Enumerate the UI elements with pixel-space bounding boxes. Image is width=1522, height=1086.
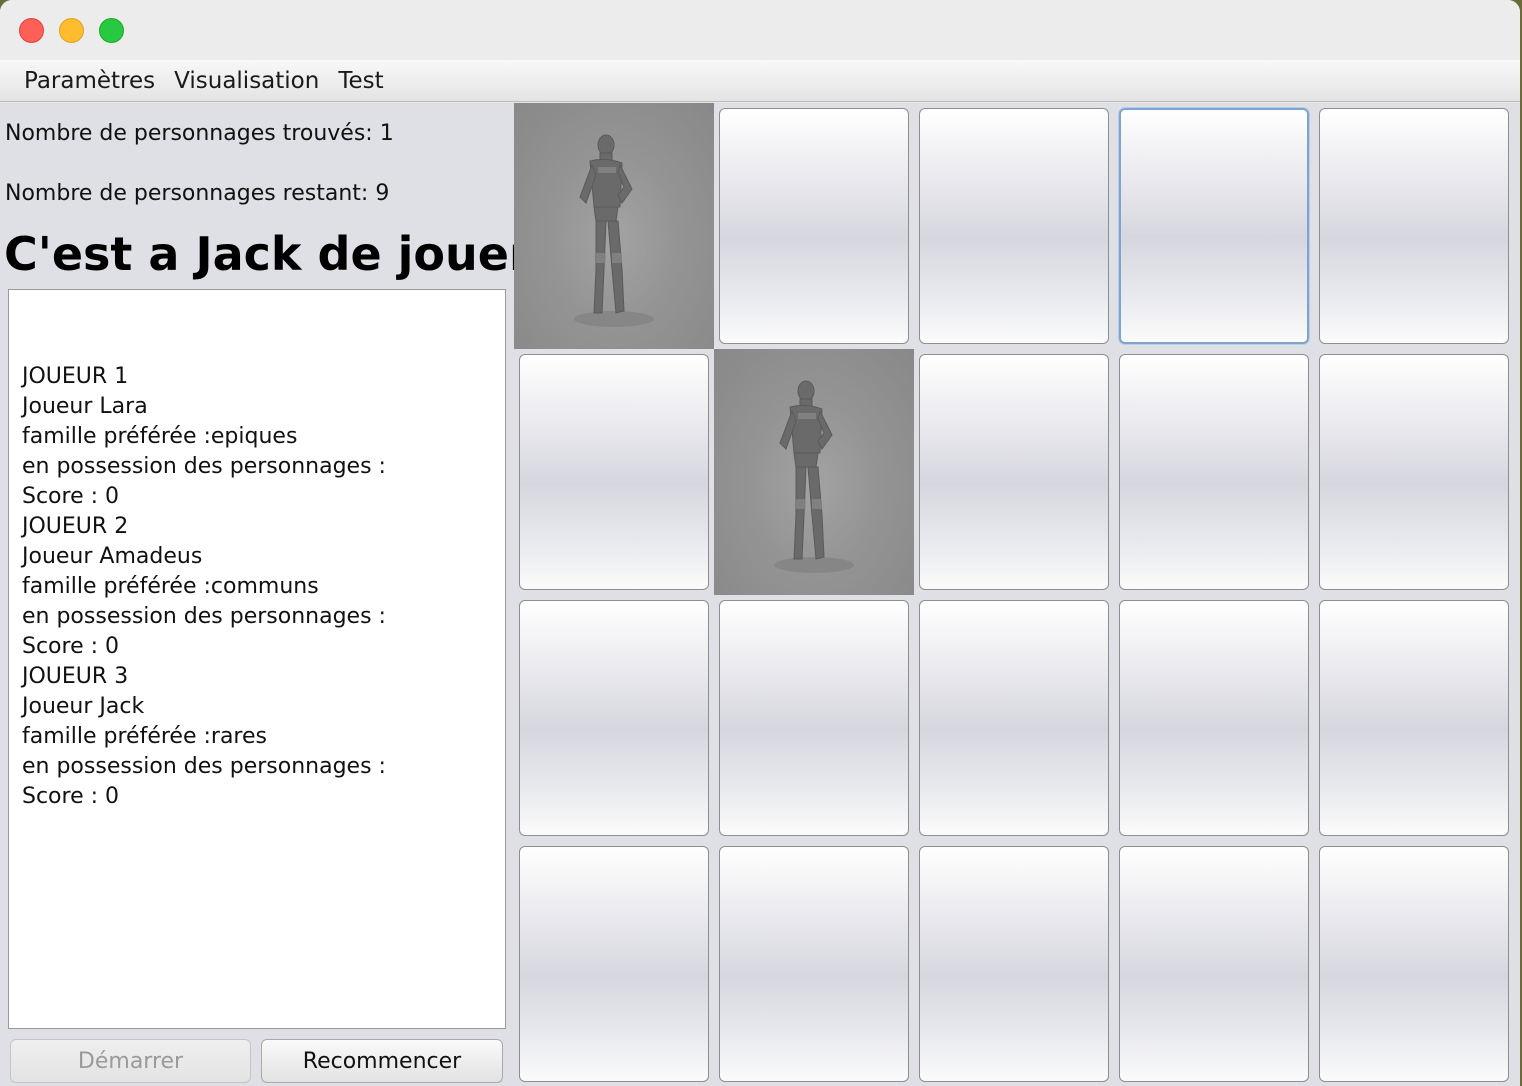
restart-button[interactable]: Recommencer (261, 1039, 503, 1083)
current-turn-heading: C'est a Jack de jouer (4, 227, 532, 281)
memory-card[interactable] (1319, 108, 1509, 344)
player-info-line: en possession des personnages : (22, 454, 386, 479)
player-info-line: en possession des personnages : (22, 604, 386, 629)
found-count-label: Nombre de personnages trouvés: 1 (5, 121, 394, 146)
memory-card[interactable] (1119, 600, 1309, 836)
character-figure-icon (774, 380, 854, 573)
minimize-window-button[interactable] (59, 18, 84, 43)
memory-card[interactable] (919, 354, 1109, 590)
title-bar (0, 0, 1520, 60)
memory-card[interactable] (719, 600, 909, 836)
player-info-line: Joueur Jack (22, 694, 145, 719)
player-info-line: JOUEUR 1 (22, 364, 129, 389)
main-content: Nombre de personnages trouvés: 1 Nombre … (0, 103, 1520, 1086)
close-window-button[interactable] (19, 18, 44, 43)
player-info-line: Score : 0 (22, 634, 120, 659)
memory-card[interactable] (919, 846, 1109, 1082)
menu-test[interactable]: Test (338, 68, 383, 94)
remaining-count-label: Nombre de personnages restant: 9 (5, 181, 390, 206)
player-info-line: famille préférée :epiques (22, 424, 298, 449)
memory-card[interactable] (1119, 846, 1309, 1082)
memory-card[interactable] (1119, 108, 1309, 344)
memory-card[interactable] (719, 846, 909, 1082)
menu-parametres[interactable]: Paramètres (24, 68, 155, 94)
zoom-window-button[interactable] (99, 18, 124, 43)
memory-card[interactable] (714, 349, 914, 595)
card-board (514, 103, 1520, 1086)
menu-visualisation[interactable]: Visualisation (174, 68, 319, 94)
memory-card[interactable] (519, 354, 709, 590)
player-info-line: famille préférée :communs (22, 574, 319, 599)
memory-card[interactable] (1319, 354, 1509, 590)
memory-card[interactable] (1319, 846, 1509, 1082)
memory-card[interactable] (519, 600, 709, 836)
player-info-line: Joueur Lara (22, 394, 148, 419)
memory-card[interactable] (919, 600, 1109, 836)
start-button[interactable]: Démarrer (10, 1039, 251, 1083)
player-info-line: famille préférée :rares (22, 724, 267, 749)
player-info-line: JOUEUR 2 (22, 514, 129, 539)
player-info-line: JOUEUR 3 (22, 664, 129, 689)
character-figure-icon (574, 134, 654, 327)
memory-card[interactable] (519, 846, 709, 1082)
memory-card[interactable] (1319, 600, 1509, 836)
info-panel: Nombre de personnages trouvés: 1 Nombre … (0, 103, 532, 1086)
memory-card[interactable] (514, 103, 714, 349)
players-info-textarea[interactable]: JOUEUR 1 Joueur Lara famille préférée :epi… (8, 289, 506, 1029)
menu-bar: Paramètres Visualisation Test (0, 60, 1520, 102)
memory-card[interactable] (1119, 354, 1309, 590)
player-info-line: Joueur Amadeus (22, 544, 203, 569)
player-info-line: en possession des personnages : (22, 754, 386, 779)
memory-card[interactable] (919, 108, 1109, 344)
player-info-line: Score : 0 (22, 784, 120, 809)
player-info-line: Score : 0 (22, 484, 120, 509)
app-window: Paramètres Visualisation Test Nombre de … (0, 0, 1520, 1086)
memory-card[interactable] (719, 108, 909, 344)
